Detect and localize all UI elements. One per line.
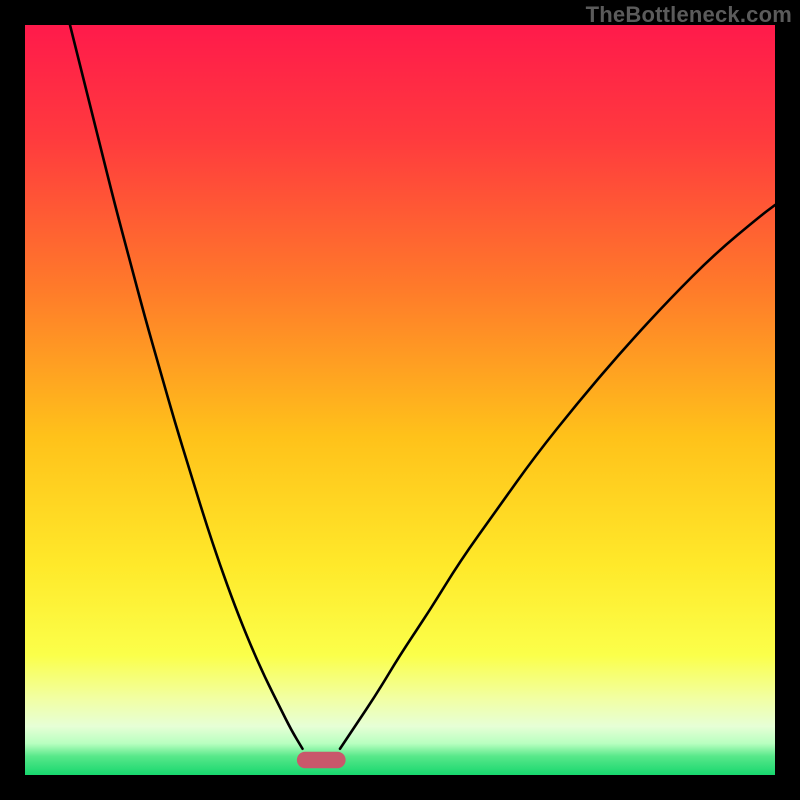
gradient-background — [25, 25, 775, 775]
chart-frame: TheBottleneck.com — [0, 0, 800, 800]
annotation-group — [297, 752, 346, 769]
plot-area — [25, 25, 775, 775]
chart-svg — [25, 25, 775, 775]
bottom-marker — [297, 752, 346, 769]
